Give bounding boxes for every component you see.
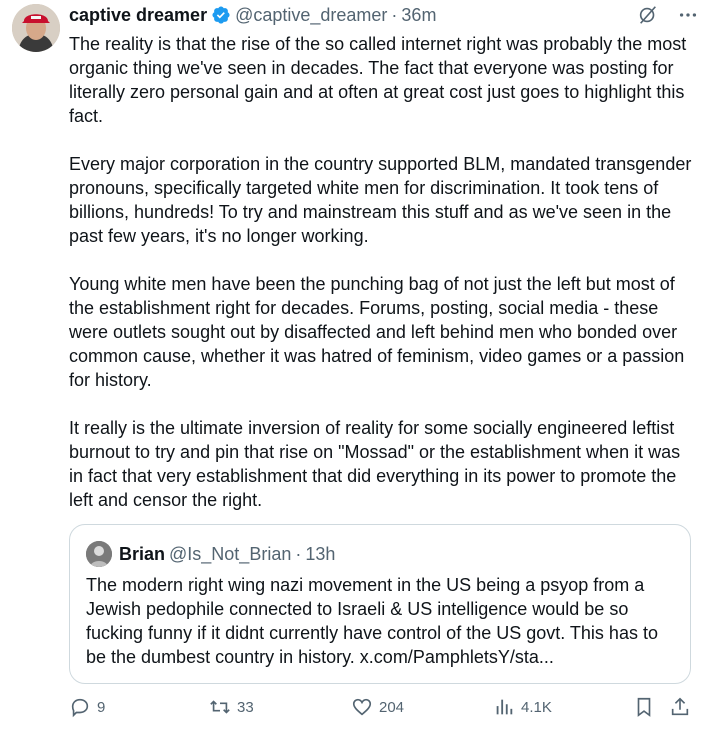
reply-count: 9 — [97, 698, 106, 716]
views-button[interactable]: 4.1K — [493, 696, 552, 718]
tweet-content: captive dreamer @captive_dreamer · 36m T… — [69, 0, 699, 718]
bookmark-icon — [637, 697, 651, 717]
reply-button[interactable]: 9 — [69, 696, 105, 718]
author-handle[interactable]: @captive_dreamer — [235, 5, 387, 26]
view-count: 4.1K — [521, 698, 552, 716]
more-icon[interactable] — [677, 4, 699, 26]
repost-count: 33 — [237, 698, 254, 716]
reply-icon — [71, 698, 89, 718]
like-button[interactable]: 204 — [351, 696, 404, 718]
repost-icon — [210, 700, 230, 714]
tweet-paragraph: The reality is that the rise of the so c… — [69, 34, 687, 126]
share-button[interactable] — [669, 696, 697, 718]
tweet-paragraph: Every major corporation in the country s… — [69, 154, 692, 246]
separator-dot: · — [295, 543, 302, 564]
header-icons — [637, 4, 699, 26]
quoted-text: The modern right wing nazi movement in t… — [86, 575, 658, 667]
views-icon — [496, 699, 513, 715]
tweet-text: The reality is that the rise of the so c… — [69, 32, 693, 512]
repost-button[interactable]: 33 — [209, 696, 254, 718]
share-icon — [671, 697, 689, 716]
post-time[interactable]: 36m — [401, 5, 436, 26]
quoted-author-handle[interactable]: @Is_Not_Brian — [169, 544, 291, 565]
tweet-header: captive dreamer @captive_dreamer · 36m — [69, 0, 699, 30]
like-count: 204 — [379, 698, 405, 716]
like-icon — [352, 698, 372, 716]
tweet[interactable]: captive dreamer @captive_dreamer · 36m T… — [0, 0, 711, 735]
quoted-time[interactable]: 13h — [305, 544, 335, 565]
quoted-author-name[interactable]: Brian — [119, 544, 165, 565]
action-bar: 9 33 204 4.1K — [69, 696, 699, 726]
verified-badge-icon — [211, 5, 231, 25]
quoted-header: Brian @Is_Not_Brian · 13h — [86, 541, 335, 567]
separator-dot: · — [391, 4, 398, 25]
tweet-paragraph: It really is the ultimate inversion of r… — [69, 418, 681, 510]
tweet-paragraph: Young white men have been the punching b… — [69, 274, 685, 390]
grok-icon[interactable] — [637, 4, 659, 26]
author-name[interactable]: captive dreamer — [69, 5, 207, 26]
quoted-tweet[interactable]: Brian @Is_Not_Brian · 13h The modern rig… — [69, 524, 691, 684]
quoted-avatar[interactable] — [86, 541, 112, 567]
bookmark-button[interactable] — [633, 696, 661, 718]
author-avatar[interactable] — [12, 4, 60, 52]
